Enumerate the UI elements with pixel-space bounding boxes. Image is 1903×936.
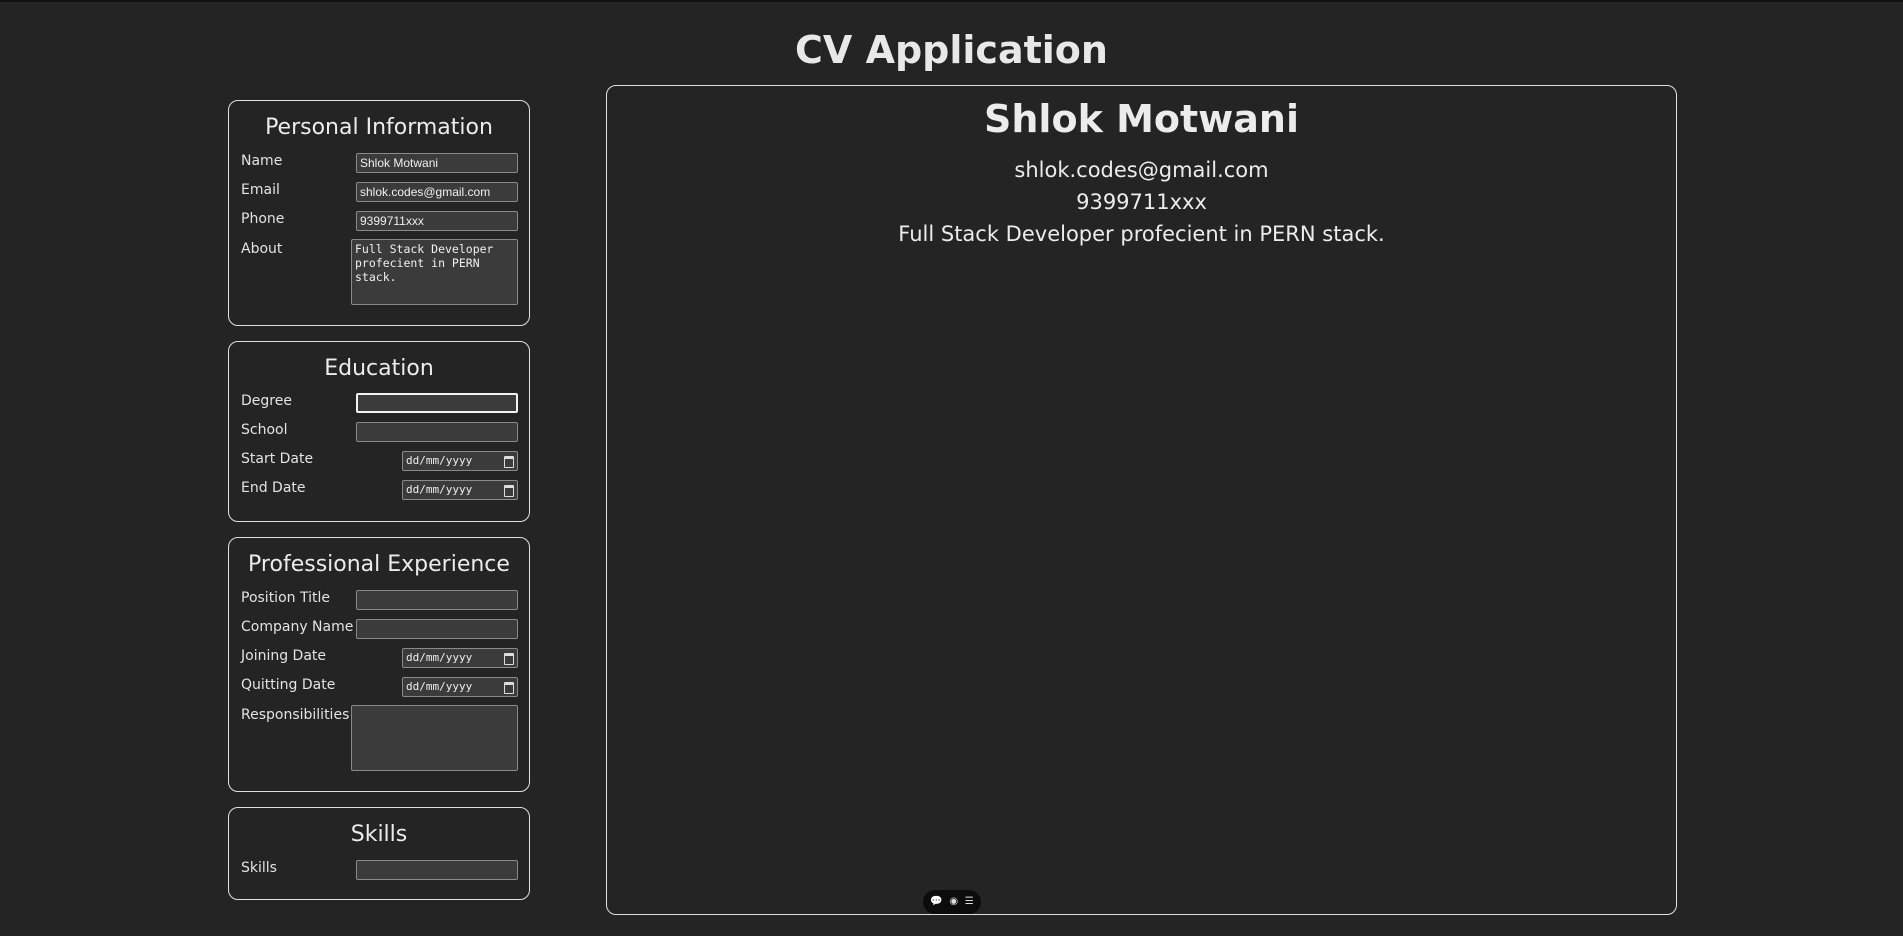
company-input[interactable]: [356, 619, 518, 639]
skills-label: Skills: [241, 860, 277, 876]
joining-date-row: Joining Date dd/mm/yyyy: [240, 646, 518, 668]
preview-about: Full Stack Developer profecient in PERN …: [898, 222, 1385, 246]
end-date-row: End Date dd/mm/yyyy: [240, 478, 518, 500]
degree-label: Degree: [241, 393, 292, 409]
education-heading: Education: [324, 356, 434, 381]
quitting-date-row: Quitting Date dd/mm/yyyy: [240, 675, 518, 697]
school-input[interactable]: [356, 422, 518, 442]
joining-date-placeholder: dd/mm/yyyy: [406, 651, 473, 664]
position-row: Position Title: [240, 588, 518, 610]
company-label: Company Name: [241, 619, 354, 635]
preview-email: shlok.codes@gmail.com: [1014, 158, 1269, 182]
cv-preview: Shlok Motwani shlok.codes@gmail.com 9399…: [606, 85, 1677, 915]
eye-icon[interactable]: ◉: [949, 897, 958, 907]
start-date-label: Start Date: [241, 451, 314, 467]
email-input[interactable]: shlok.codes@gmail.com: [356, 182, 518, 202]
skills-input[interactable]: [356, 860, 518, 880]
floating-toolbar: 💬 ◉ ☰: [923, 890, 981, 914]
end-date-label: End Date: [241, 480, 306, 496]
phone-label: Phone: [241, 211, 285, 227]
top-border: [0, 0, 1903, 2]
start-date-placeholder: dd/mm/yyyy: [406, 454, 473, 467]
quitting-date-input[interactable]: dd/mm/yyyy: [402, 677, 518, 697]
position-label: Position Title: [241, 590, 330, 606]
name-row: Name Shlok Motwani: [240, 151, 518, 173]
joining-date-label: Joining Date: [241, 648, 327, 664]
phone-row: Phone 9399711xxx: [240, 209, 518, 231]
quitting-date-label: Quitting Date: [241, 677, 336, 693]
comment-icon[interactable]: 💬: [930, 897, 942, 907]
phone-input[interactable]: 9399711xxx: [356, 211, 518, 231]
personal-info-card: Personal Information Name Shlok Motwani …: [228, 100, 530, 326]
skills-card: Skills Skills: [228, 807, 530, 900]
end-date-placeholder: dd/mm/yyyy: [406, 483, 473, 496]
calendar-icon[interactable]: [504, 682, 514, 694]
joining-date-input[interactable]: dd/mm/yyyy: [402, 648, 518, 668]
skills-heading: Skills: [350, 822, 408, 847]
start-date-input[interactable]: dd/mm/yyyy: [402, 451, 518, 471]
app-title: CV Application: [795, 28, 1108, 72]
school-label: School: [241, 422, 288, 438]
responsibilities-textarea[interactable]: [351, 705, 518, 771]
calendar-icon[interactable]: [504, 485, 514, 497]
skills-row: Skills: [240, 858, 518, 880]
start-date-row: Start Date dd/mm/yyyy: [240, 449, 518, 471]
quitting-date-placeholder: dd/mm/yyyy: [406, 680, 473, 693]
responsibilities-row: Responsibilities: [240, 705, 518, 771]
personal-info-heading: Personal Information: [265, 115, 493, 140]
degree-row: Degree: [240, 391, 518, 413]
settings-icon[interactable]: ☰: [965, 897, 974, 907]
calendar-icon[interactable]: [504, 456, 514, 468]
about-label: About: [241, 241, 283, 257]
experience-card: Professional Experience Position Title C…: [228, 537, 530, 792]
company-row: Company Name: [240, 617, 518, 639]
end-date-input[interactable]: dd/mm/yyyy: [402, 480, 518, 500]
email-row: Email shlok.codes@gmail.com: [240, 180, 518, 202]
name-label: Name: [241, 153, 283, 169]
position-input[interactable]: [356, 590, 518, 610]
degree-input[interactable]: [356, 393, 518, 413]
school-row: School: [240, 420, 518, 442]
experience-heading: Professional Experience: [248, 552, 510, 577]
education-card: Education Degree School Start Date dd/mm…: [228, 341, 530, 522]
email-label: Email: [241, 182, 280, 198]
name-input[interactable]: Shlok Motwani: [356, 153, 518, 173]
about-row: About Full Stack Developer profecient in…: [240, 239, 518, 305]
about-textarea[interactable]: Full Stack Developer profecient in PERN …: [351, 239, 518, 305]
preview-phone: 9399711xxx: [1076, 190, 1207, 214]
calendar-icon[interactable]: [504, 653, 514, 665]
responsibilities-label: Responsibilities: [241, 707, 350, 723]
preview-name: Shlok Motwani: [984, 97, 1299, 141]
